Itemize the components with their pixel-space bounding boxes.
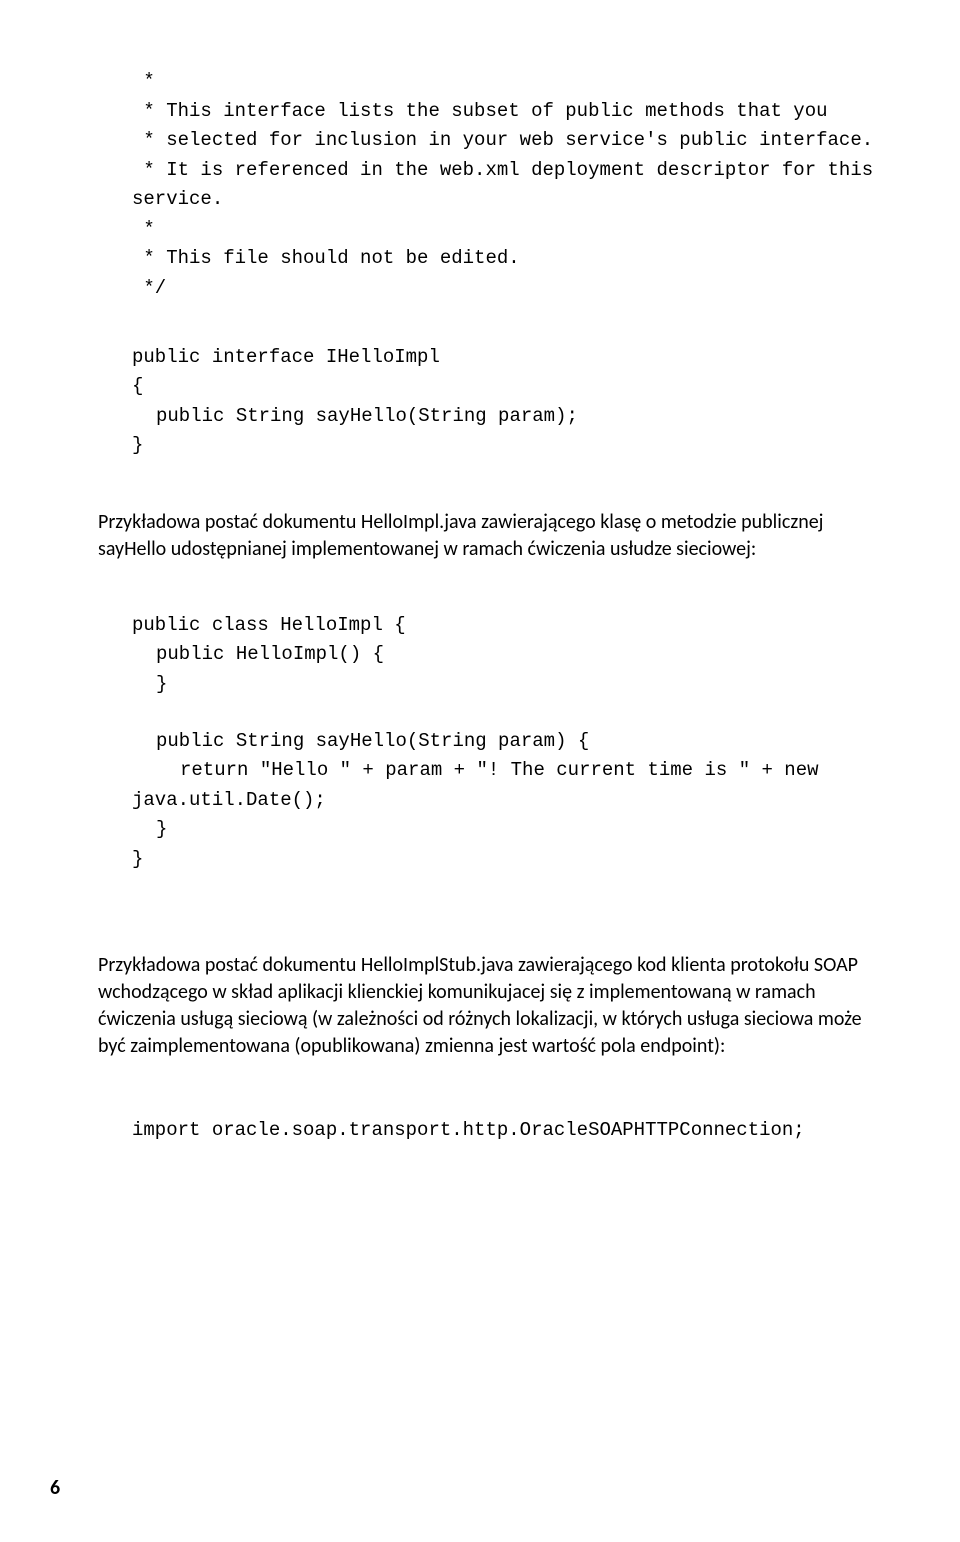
code-line: public String sayHello(String param); (98, 402, 870, 431)
code-line: } (98, 670, 870, 699)
code-block-1: * * This interface lists the subset of p… (98, 38, 870, 303)
code-line: } (98, 845, 870, 874)
code-line: * selected for inclusion in your web ser… (132, 129, 873, 151)
code-line: */ (132, 277, 166, 299)
code-line: public interface IHelloImpl (98, 343, 870, 372)
code-line: return "Hello " + param + "! The current… (98, 756, 870, 785)
code-line: * This interface lists the subset of pub… (132, 100, 828, 122)
code-line: java.util.Date(); (98, 786, 870, 815)
document-page: * * This interface lists the subset of p… (0, 0, 960, 1542)
code-line: service. (132, 188, 223, 210)
code-line: * It is referenced in the web.xml deploy… (132, 159, 873, 181)
page-number: 6 (50, 1476, 60, 1500)
code-line: { (98, 372, 870, 401)
code-line: } (98, 431, 870, 460)
code-line: public String sayHello(String param) { (98, 727, 870, 756)
code-line: * (132, 218, 155, 240)
code-line: * This file should not be edited. (132, 247, 520, 269)
paragraph-2: Przykładowa postać dokumentu HelloImplSt… (98, 952, 870, 1060)
code-line: import oracle.soap.transport.http.Oracle… (98, 1116, 870, 1145)
code-line: * (132, 70, 155, 92)
paragraph-1: Przykładowa postać dokumentu HelloImpl.j… (98, 509, 870, 563)
code-line: } (98, 815, 870, 844)
code-line: public HelloImpl() { (98, 640, 870, 669)
code-line: public class HelloImpl { (98, 611, 870, 640)
